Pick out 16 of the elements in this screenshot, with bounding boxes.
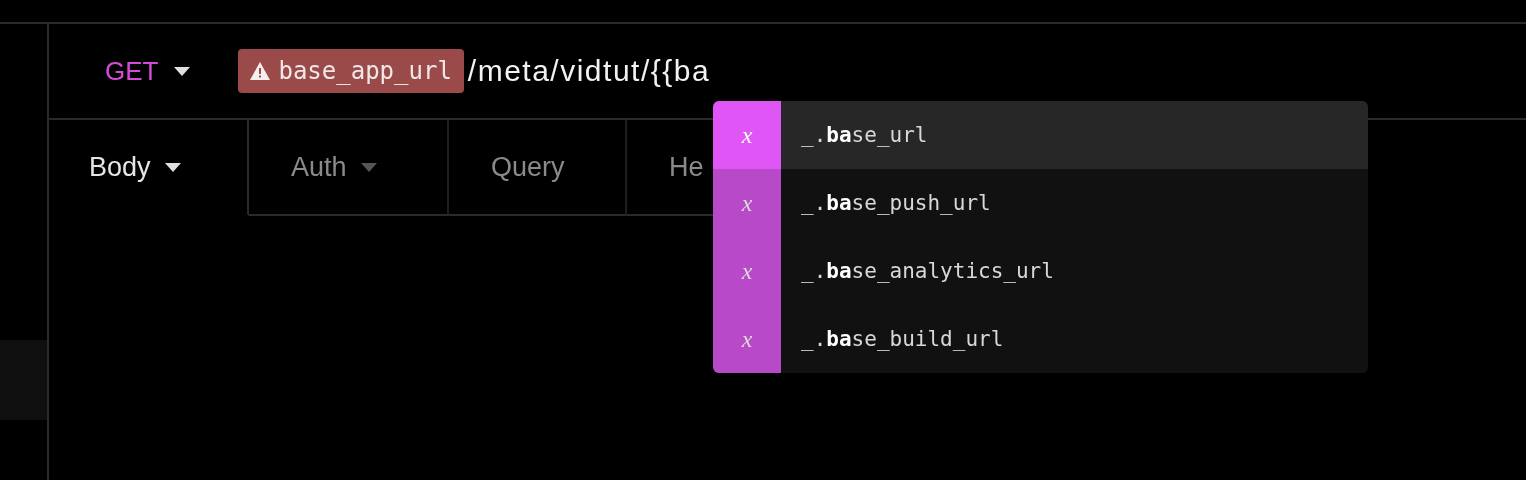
autocomplete-item[interactable]: x _.base_url: [713, 101, 1368, 169]
tab[interactable]: Query: [449, 120, 627, 216]
variable-type-icon: x: [713, 305, 781, 373]
warning-icon: [250, 62, 271, 80]
tab[interactable]: Auth: [249, 120, 449, 216]
sidebar-item[interactable]: [0, 340, 47, 420]
caret-icon: [174, 66, 191, 76]
variable-type-icon: x: [713, 237, 781, 305]
url-text[interactable]: /meta/vidtut/{{ba: [467, 54, 711, 88]
variable-tag[interactable]: base_app_url: [238, 49, 464, 93]
caret-icon: [164, 162, 181, 172]
variable-type-icon: x: [713, 101, 781, 169]
tab[interactable]: Body: [49, 120, 249, 216]
method-dropdown[interactable]: GET: [105, 55, 191, 87]
caret-icon: [360, 162, 377, 172]
variable-type-icon: x: [713, 169, 781, 237]
